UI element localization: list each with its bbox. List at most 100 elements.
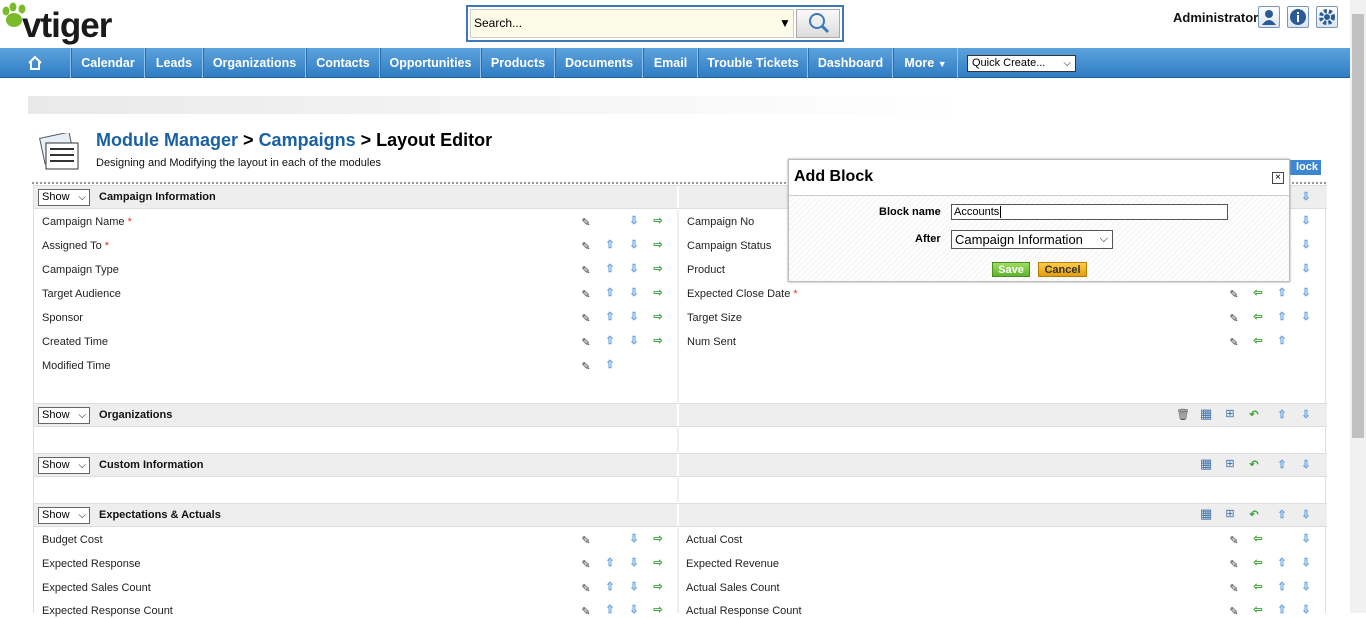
settings-gear-icon[interactable]	[1316, 6, 1338, 28]
block-name-input[interactable]: Accounts	[951, 204, 1228, 220]
move-left-icon[interactable]: ⇦	[1252, 604, 1264, 616]
user-profile-icon[interactable]	[1258, 6, 1280, 28]
breadcrumb-campaigns[interactable]: Campaigns	[259, 130, 356, 150]
show-select[interactable]: Show ⌵	[38, 189, 90, 206]
nav-trouble-tickets[interactable]: Trouble Tickets	[698, 48, 808, 78]
move-down-icon[interactable]: ⇩	[628, 533, 640, 545]
move-up-icon[interactable]: ⇧	[1276, 409, 1288, 421]
nav-contacts[interactable]: Contacts	[306, 48, 380, 78]
move-up-icon[interactable]: ⇧	[1276, 459, 1288, 471]
show-select[interactable]: Show ⌵	[38, 457, 90, 474]
show-select[interactable]: Show ⌵	[38, 507, 90, 524]
nav-leads[interactable]: Leads	[145, 48, 203, 78]
move-up-icon[interactable]: ⇧	[604, 557, 616, 569]
nav-calendar[interactable]: Calendar	[71, 48, 145, 78]
move-down-icon[interactable]: ⇩	[628, 557, 640, 569]
edit-icon[interactable]: ✎	[580, 535, 592, 547]
move-up-icon[interactable]: ⇧	[604, 239, 616, 251]
edit-icon[interactable]: ✎	[580, 583, 592, 595]
move-right-icon[interactable]: ⇨	[652, 533, 664, 545]
edit-icon[interactable]: ✎	[580, 241, 592, 253]
user-name[interactable]: Administrator	[1173, 10, 1258, 25]
move-down-icon[interactable]: ⇩	[628, 604, 640, 616]
move-down-icon[interactable]: ⇩	[1300, 287, 1312, 299]
edit-icon[interactable]: ✎	[1228, 337, 1240, 349]
edit-icon[interactable]: ✎	[1228, 313, 1240, 325]
edit-icon[interactable]: ✎	[580, 361, 592, 373]
add-field-icon[interactable]: ▦	[1200, 457, 1212, 470]
search-input[interactable]: Search...	[470, 9, 794, 38]
edit-icon[interactable]: ✎	[580, 313, 592, 325]
move-right-icon[interactable]: ⇨	[652, 604, 664, 616]
move-down-icon[interactable]: ⇩	[628, 311, 640, 323]
move-down-icon[interactable]: ⇩	[628, 581, 640, 593]
edit-icon[interactable]: ✎	[1228, 289, 1240, 301]
move-block-icon[interactable]: ↶	[1248, 459, 1260, 471]
move-right-icon[interactable]: ⇨	[652, 239, 664, 251]
move-down-icon[interactable]: ⇩	[1300, 263, 1312, 275]
breadcrumb-module-manager[interactable]: Module Manager	[96, 130, 238, 150]
add-custom-field-icon[interactable]: ⊞	[1224, 408, 1236, 420]
info-icon[interactable]	[1287, 6, 1309, 28]
move-up-icon[interactable]: ⇧	[1276, 311, 1288, 323]
add-field-icon[interactable]: ▦	[1200, 407, 1212, 420]
move-block-icon[interactable]: ↶	[1248, 409, 1260, 421]
nav-more[interactable]: More ▼	[893, 48, 958, 78]
move-up-icon[interactable]: ⇧	[604, 604, 616, 616]
vtiger-logo[interactable]: vtiger	[2, 2, 167, 46]
move-down-icon[interactable]: ⇩	[1300, 557, 1312, 569]
move-up-icon[interactable]: ⇧	[604, 359, 616, 371]
move-down-icon[interactable]: ⇩	[1300, 215, 1312, 227]
move-up-icon[interactable]: ⇧	[1276, 581, 1288, 593]
move-down-icon[interactable]: ⇩	[1300, 533, 1312, 545]
move-left-icon[interactable]: ⇦	[1252, 557, 1264, 569]
move-right-icon[interactable]: ⇨	[652, 311, 664, 323]
move-down-icon[interactable]: ⇩	[628, 335, 640, 347]
edit-icon[interactable]: ✎	[580, 606, 592, 618]
move-down-icon[interactable]: ⇩	[1300, 581, 1312, 593]
move-right-icon[interactable]: ⇨	[652, 557, 664, 569]
search-dropdown-icon[interactable]: ▼	[779, 16, 791, 30]
move-up-icon[interactable]: ⇧	[604, 287, 616, 299]
move-down-icon[interactable]: ⇩	[1300, 409, 1312, 421]
edit-icon[interactable]: ✎	[580, 265, 592, 277]
home-tab[interactable]	[0, 48, 71, 78]
move-up-icon[interactable]: ⇧	[1276, 509, 1288, 521]
move-up-icon[interactable]: ⇧	[604, 335, 616, 347]
quick-create-select[interactable]: Quick Create... ⌵	[967, 55, 1076, 72]
scrollbar-thumb[interactable]	[1352, 14, 1364, 438]
page-scrollbar[interactable]	[1350, 0, 1366, 613]
move-left-icon[interactable]: ⇦	[1252, 581, 1264, 593]
delete-icon[interactable]: 🗑	[1176, 409, 1190, 421]
move-right-icon[interactable]: ⇨	[652, 581, 664, 593]
after-block-select[interactable]: Campaign Information ⌵	[951, 230, 1113, 249]
move-up-icon[interactable]: ⇧	[604, 311, 616, 323]
nav-dashboard[interactable]: Dashboard	[808, 48, 893, 78]
edit-icon[interactable]: ✎	[1228, 535, 1240, 547]
move-up-icon[interactable]: ⇧	[1276, 335, 1288, 347]
add-field-icon[interactable]: ▦	[1200, 507, 1212, 520]
nav-products[interactable]: Products	[481, 48, 555, 78]
move-up-icon[interactable]: ⇧	[604, 581, 616, 593]
move-left-icon[interactable]: ⇦	[1252, 335, 1264, 347]
add-custom-field-icon[interactable]: ⊞	[1224, 508, 1236, 520]
move-block-icon[interactable]: ↶	[1248, 509, 1260, 521]
move-left-icon[interactable]: ⇦	[1252, 287, 1264, 299]
add-block-button[interactable]: lock	[1287, 160, 1321, 175]
edit-icon[interactable]: ✎	[580, 217, 592, 229]
nav-organizations[interactable]: Organizations	[203, 48, 306, 78]
move-down-icon[interactable]: ⇩	[1300, 604, 1312, 616]
move-down-icon[interactable]: ⇩	[628, 239, 640, 251]
move-right-icon[interactable]: ⇨	[652, 287, 664, 299]
move-up-icon[interactable]: ⇧	[1276, 557, 1288, 569]
move-right-icon[interactable]: ⇨	[652, 335, 664, 347]
move-down-icon[interactable]: ⇩	[1300, 239, 1312, 251]
move-down-icon[interactable]: ⇩	[628, 287, 640, 299]
edit-icon[interactable]: ✎	[580, 559, 592, 571]
edit-icon[interactable]: ✎	[1228, 606, 1240, 618]
move-left-icon[interactable]: ⇦	[1252, 311, 1264, 323]
add-custom-field-icon[interactable]: ⊞	[1224, 458, 1236, 470]
move-down-icon[interactable]: ⇩	[628, 215, 640, 227]
move-down-icon[interactable]: ⇩	[628, 263, 640, 275]
edit-icon[interactable]: ✎	[1228, 559, 1240, 571]
